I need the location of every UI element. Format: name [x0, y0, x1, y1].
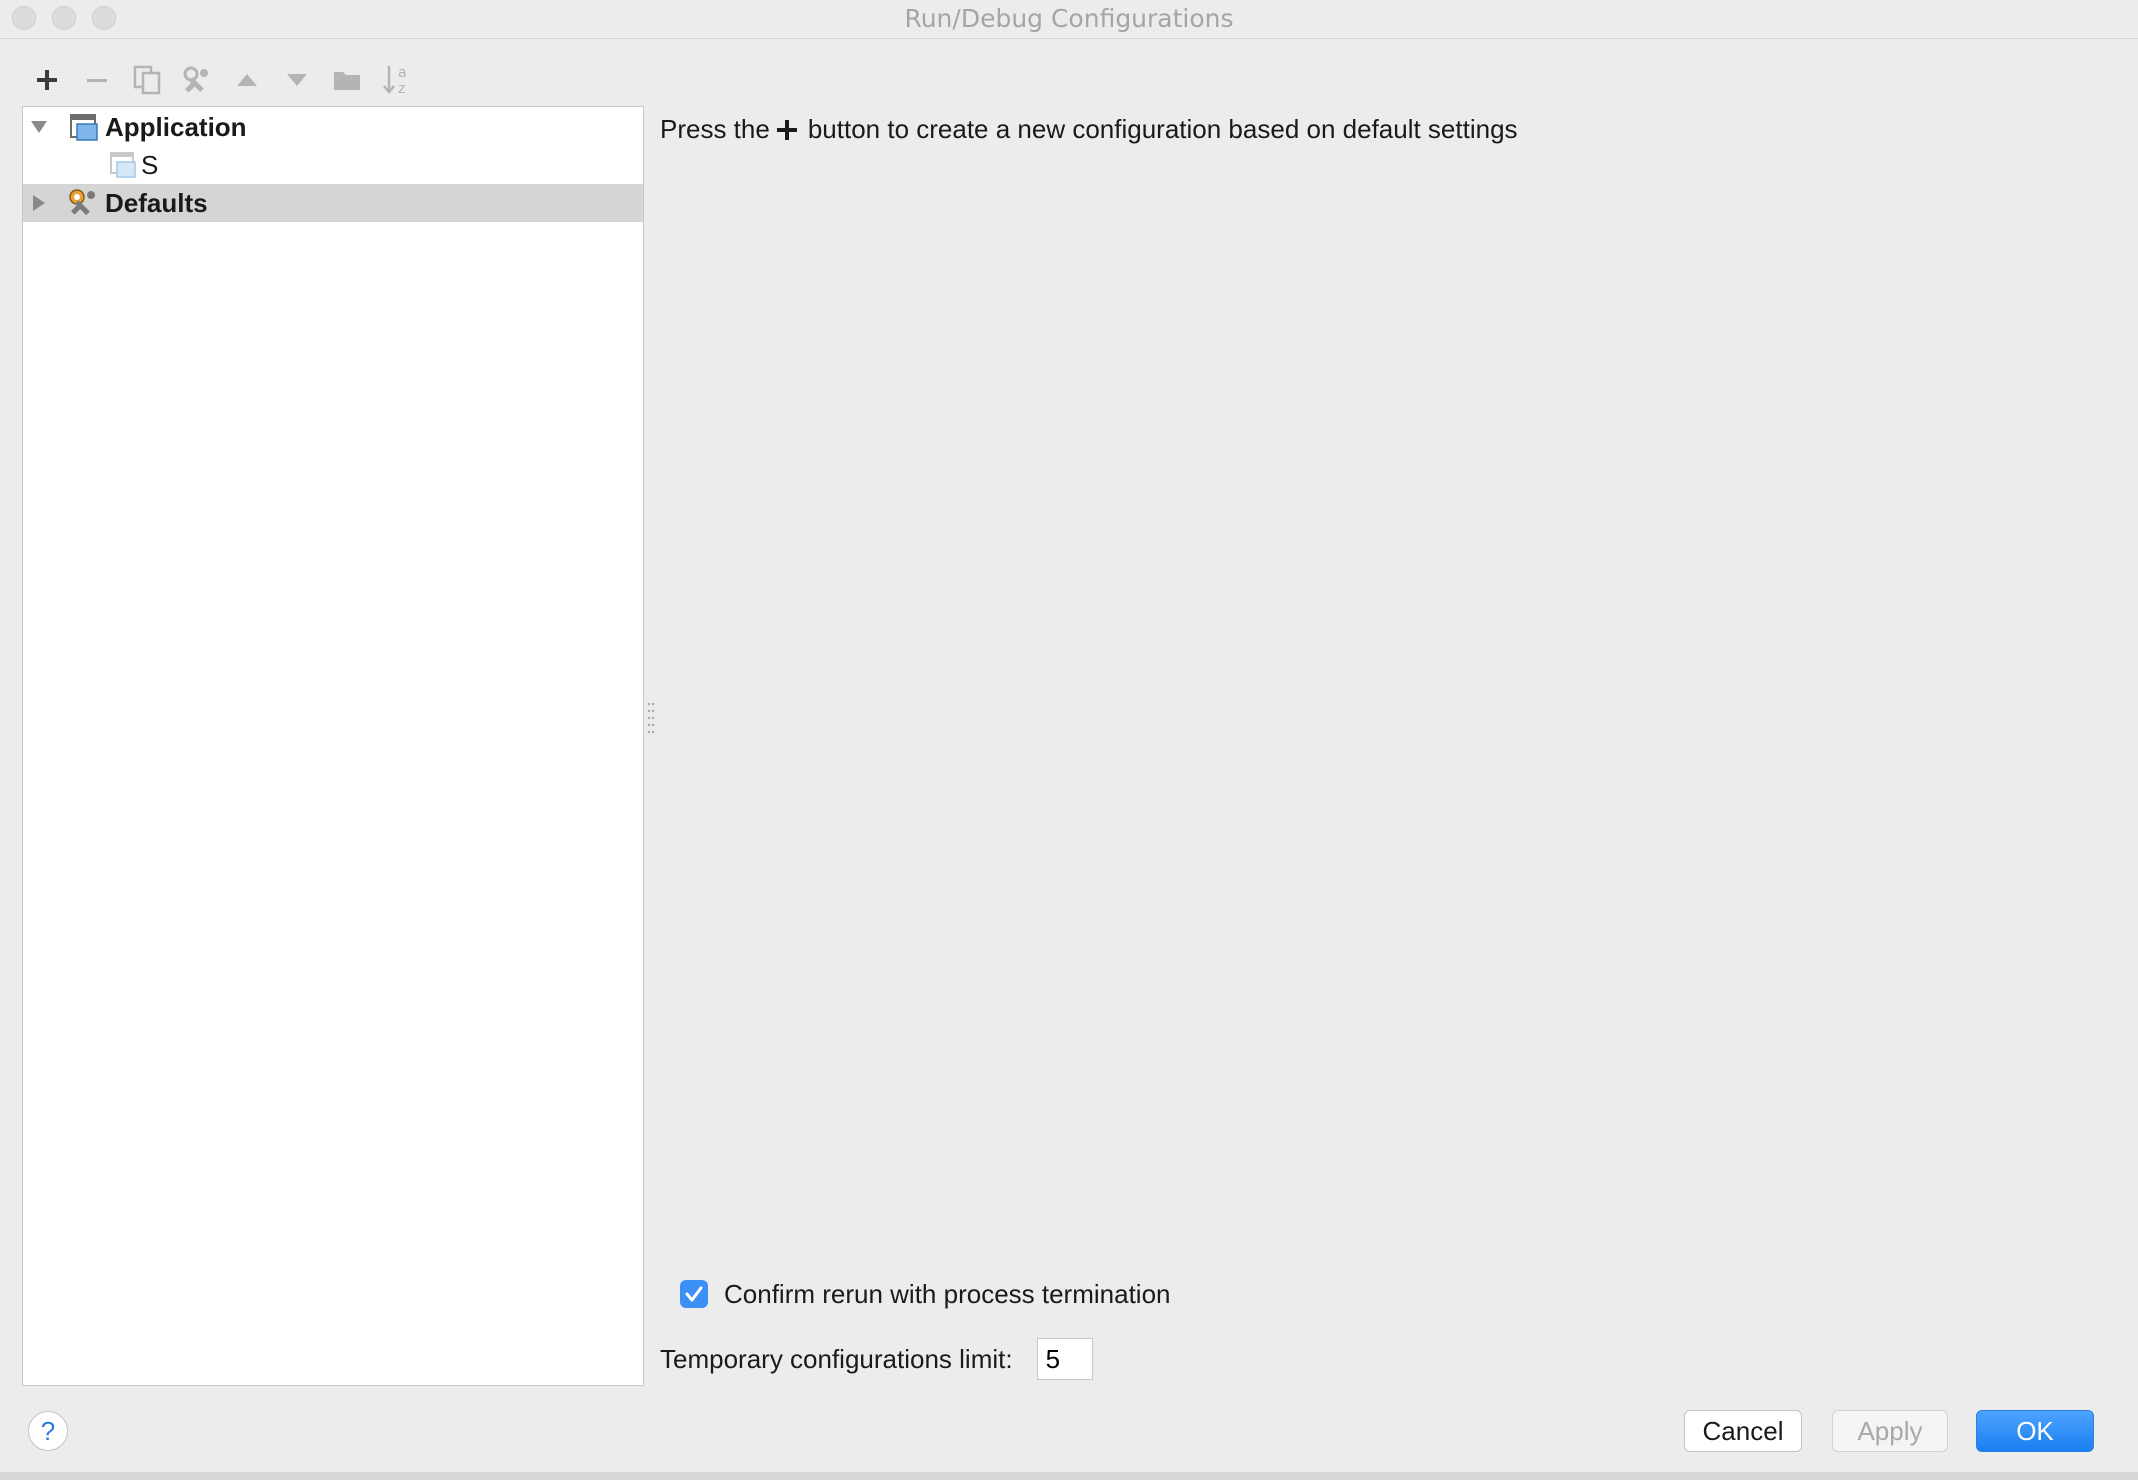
- hint-text-after: button to create a new configuration bas…: [807, 114, 1518, 144]
- help-button[interactable]: ?: [28, 1411, 68, 1451]
- folder-icon: [334, 72, 360, 90]
- svg-text:a: a: [398, 65, 407, 81]
- defaults-wrench-icon: [67, 187, 99, 217]
- cancel-button[interactable]: Cancel: [1684, 1410, 1802, 1452]
- collapse-arrow-icon[interactable]: [29, 193, 49, 213]
- minus-icon: [87, 79, 107, 82]
- plus-icon: [37, 70, 57, 90]
- sort-button[interactable]: a z: [372, 60, 422, 100]
- empty-config-hint: Press the button to create a new configu…: [660, 114, 1518, 145]
- ok-button[interactable]: OK: [1976, 1410, 2094, 1452]
- application-icon: [69, 112, 101, 142]
- remove-button[interactable]: [72, 60, 122, 100]
- move-up-button[interactable]: [222, 60, 272, 100]
- temporary-limit-label: Temporary configurations limit:: [660, 1343, 1013, 1374]
- checkmark-icon: [685, 1286, 703, 1302]
- title-bar: Run/Debug Configurations: [0, 0, 2138, 39]
- arrow-down-icon: [287, 74, 307, 86]
- add-button[interactable]: [22, 60, 72, 100]
- tree-item-label: Application: [105, 111, 247, 142]
- tree-item-defaults[interactable]: Defaults: [23, 184, 643, 222]
- background-app-strip: [0, 1472, 2138, 1480]
- tree-item-application[interactable]: Application: [23, 108, 643, 146]
- run-debug-configurations-dialog: Run/Debug Configurations a z Application…: [0, 0, 2138, 1472]
- hint-text-before: Press the: [660, 114, 770, 144]
- expand-arrow-icon[interactable]: [29, 117, 49, 137]
- edit-defaults-button[interactable]: [172, 60, 222, 100]
- tree-item-label: S: [141, 149, 159, 180]
- apply-button[interactable]: Apply: [1832, 1410, 1948, 1452]
- window-title: Run/Debug Configurations: [904, 4, 1234, 33]
- configurations-tree[interactable]: Application S Defaults: [22, 106, 644, 1386]
- tree-item-s[interactable]: S: [23, 146, 643, 184]
- confirm-rerun-checkbox[interactable]: [680, 1280, 708, 1308]
- folder-button[interactable]: [322, 60, 372, 100]
- application-config-icon: [109, 150, 141, 180]
- plus-icon: [774, 117, 800, 143]
- confirm-rerun-row: Confirm rerun with process termination: [680, 1276, 1171, 1312]
- splitter-handle[interactable]: [647, 700, 655, 734]
- temporary-limit-input[interactable]: [1036, 1338, 1093, 1380]
- sort-az-icon: a z: [383, 65, 407, 96]
- tree-item-label: Defaults: [105, 187, 208, 218]
- arrow-up-icon: [237, 74, 257, 86]
- wrench-icon: [183, 66, 208, 93]
- confirm-rerun-label[interactable]: Confirm rerun with process termination: [724, 1279, 1171, 1310]
- temporary-limit-row: Temporary configurations limit:: [660, 1336, 1093, 1382]
- svg-text:z: z: [398, 81, 405, 96]
- toolbar: a z: [22, 60, 422, 100]
- move-down-button[interactable]: [272, 60, 322, 100]
- copy-icon: [133, 65, 161, 95]
- copy-button[interactable]: [122, 60, 172, 100]
